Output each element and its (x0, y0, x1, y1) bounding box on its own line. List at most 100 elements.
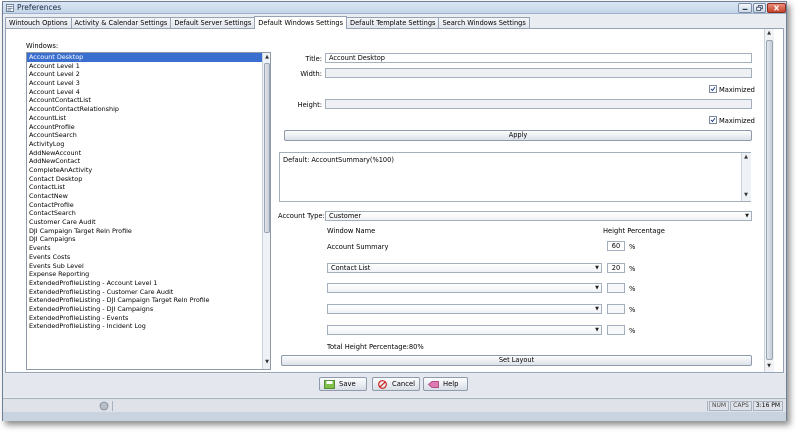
scroll-up-arrow-icon[interactable]: ▲ (264, 54, 270, 61)
list-item[interactable]: Account Level 3 (27, 79, 263, 88)
num-lock-indicator: NUM (709, 401, 729, 411)
status-bar: NUM CAPS 3:16 PM (3, 398, 786, 412)
windows-list-scroll-thumb[interactable] (264, 63, 270, 233)
status-indicator-icon (99, 401, 109, 411)
list-item[interactable]: ContactSearch (27, 209, 263, 218)
scroll-up-arrow-icon[interactable]: ▲ (766, 30, 772, 37)
status-clock: 3:16 PM (753, 401, 783, 411)
layout-row-2-window-select[interactable]: Contact List ▼ (327, 263, 602, 273)
minimize-button[interactable] (738, 3, 752, 13)
height-field[interactable] (325, 99, 752, 109)
list-item[interactable]: Contact Desktop (27, 175, 263, 184)
list-item[interactable]: Events (27, 244, 263, 253)
account-type-label: Account Type: (278, 212, 325, 220)
save-button[interactable]: Save (319, 377, 367, 391)
list-item[interactable]: DJI Campaigns (27, 235, 263, 244)
tab-default-windows-settings[interactable]: Default Windows Settings (254, 16, 348, 29)
list-item[interactable]: AccountContactList (27, 96, 263, 105)
list-item[interactable]: ExtendedProfileListing - DJI Campaigns (27, 305, 263, 314)
layout-row-3-window-select[interactable]: ▼ (327, 283, 602, 293)
list-item[interactable]: ExtendedProfileListing - Events (27, 314, 263, 323)
default-layout-text: Default: AccountSummary(%100) (283, 156, 394, 164)
list-item[interactable]: ContactList (27, 183, 263, 192)
list-item[interactable]: ExtendedProfileListing - Customer Care A… (27, 288, 263, 297)
list-item[interactable]: DJI Campaign Target Reln Profile (27, 227, 263, 236)
windows-listbox[interactable]: Account Desktop Account Level 1 Account Le… (26, 52, 271, 370)
account-type-value: Customer (329, 212, 362, 220)
list-item[interactable]: Customer Care Audit (27, 218, 263, 227)
title-label: Title: (305, 55, 322, 63)
width-maximized-label: Maximized (719, 86, 755, 94)
scroll-down-arrow-icon[interactable]: ▼ (766, 363, 772, 370)
cancel-icon (378, 380, 387, 389)
layout-row-1-name: Account Summary (327, 243, 389, 251)
default-windows-settings-panel: Windows: Account Desktop Account Level 1A… (5, 28, 784, 373)
list-item[interactable]: Account Level 4 (27, 88, 263, 97)
list-item[interactable]: Account Level 1 (27, 62, 263, 71)
list-item[interactable]: CompleteAnActivity (27, 166, 263, 175)
windows-list-scrollbar[interactable]: ▲ ▼ (262, 53, 270, 369)
list-item[interactable]: Events Sub Level (27, 262, 263, 271)
status-message-cell (112, 401, 708, 411)
height-label: Height: (297, 101, 322, 109)
set-layout-button[interactable]: Set Layout (281, 355, 752, 366)
width-label: Width: (300, 70, 322, 78)
list-item[interactable]: AccountList (27, 114, 263, 123)
layout-row-1-percent[interactable]: 60 (607, 241, 625, 251)
layout-row-2-percent[interactable]: 20 (607, 263, 625, 273)
scroll-up-arrow-icon[interactable]: ▲ (743, 154, 749, 161)
width-field[interactable] (325, 68, 752, 78)
scroll-down-arrow-icon[interactable]: ▼ (264, 359, 270, 366)
apply-button[interactable]: Apply (284, 130, 752, 141)
layout-row-5-percent[interactable] (607, 325, 625, 335)
title-field[interactable]: Account Desktop (325, 53, 752, 63)
width-maximized-checkbox[interactable] (709, 85, 717, 93)
layout-row-3-percent[interactable] (607, 283, 625, 293)
help-button[interactable]: Help (423, 377, 468, 391)
layout-row-4-percent[interactable] (607, 304, 625, 314)
checkmark-icon (710, 86, 716, 92)
preferences-icon (6, 4, 14, 12)
list-item[interactable]: AccountContactRelationship (27, 105, 263, 114)
chevron-down-icon: ▼ (595, 265, 599, 271)
default-layout-textarea[interactable]: Default: AccountSummary(%100) ▲ ▼ (279, 152, 751, 202)
list-item[interactable]: ActivityLog (27, 140, 263, 149)
save-icon (324, 380, 335, 389)
status-left-cell (5, 401, 95, 411)
list-item[interactable]: ContactProfile (27, 201, 263, 210)
caps-lock-indicator: CAPS (730, 401, 752, 411)
close-button[interactable] (767, 3, 786, 13)
list-item[interactable]: Expense Reporting (27, 270, 263, 279)
close-icon (774, 5, 779, 11)
list-item[interactable]: AccountProfile (27, 123, 263, 132)
list-item[interactable]: ContactNew (27, 192, 263, 201)
cancel-button-label: Cancel (392, 380, 416, 388)
list-item[interactable]: Account Desktop (27, 53, 263, 62)
list-item[interactable]: AddNewAccount (27, 149, 263, 158)
list-item[interactable]: ExtendedProfileListing - DJI Campaign Ta… (27, 296, 263, 305)
list-item[interactable]: AccountSearch (27, 131, 263, 140)
textarea-scrollbar[interactable]: ▲ ▼ (741, 153, 751, 201)
cancel-button[interactable]: Cancel (372, 377, 420, 391)
height-maximized-checkbox[interactable] (709, 116, 717, 124)
layout-row-4-window-select[interactable]: ▼ (327, 304, 602, 314)
layout-row-5-window-select[interactable]: ▼ (327, 325, 602, 335)
restore-button[interactable] (753, 3, 766, 13)
list-item[interactable]: AddNewContact (27, 157, 263, 166)
dialog-button-bar: Save Cancel Help (3, 374, 786, 397)
minimize-icon (742, 8, 748, 10)
window-name-column-header: Window Name (327, 227, 376, 235)
preferences-window: Preferences Wintouch Options Activity & … (2, 1, 787, 421)
panel-scrollbar[interactable]: ▲ ▼ (764, 29, 774, 372)
account-type-select[interactable]: Customer ▼ (325, 211, 752, 221)
list-item[interactable]: ExtendedProfileListing - Account Level 1 (27, 279, 263, 288)
list-item[interactable]: Events Costs (27, 253, 263, 262)
scroll-down-arrow-icon[interactable]: ▼ (743, 192, 749, 199)
chevron-down-icon: ▼ (745, 213, 749, 219)
windows-list: Account Desktop Account Level 1 Account Le… (27, 53, 263, 331)
list-item[interactable]: ExtendedProfileListing - Incident Log (27, 322, 263, 331)
list-item[interactable]: Account Level 2 (27, 70, 263, 79)
layout-row-2-name: Contact List (331, 264, 371, 272)
percent-sign: % (629, 327, 636, 335)
panel-scroll-thumb[interactable] (766, 40, 773, 360)
